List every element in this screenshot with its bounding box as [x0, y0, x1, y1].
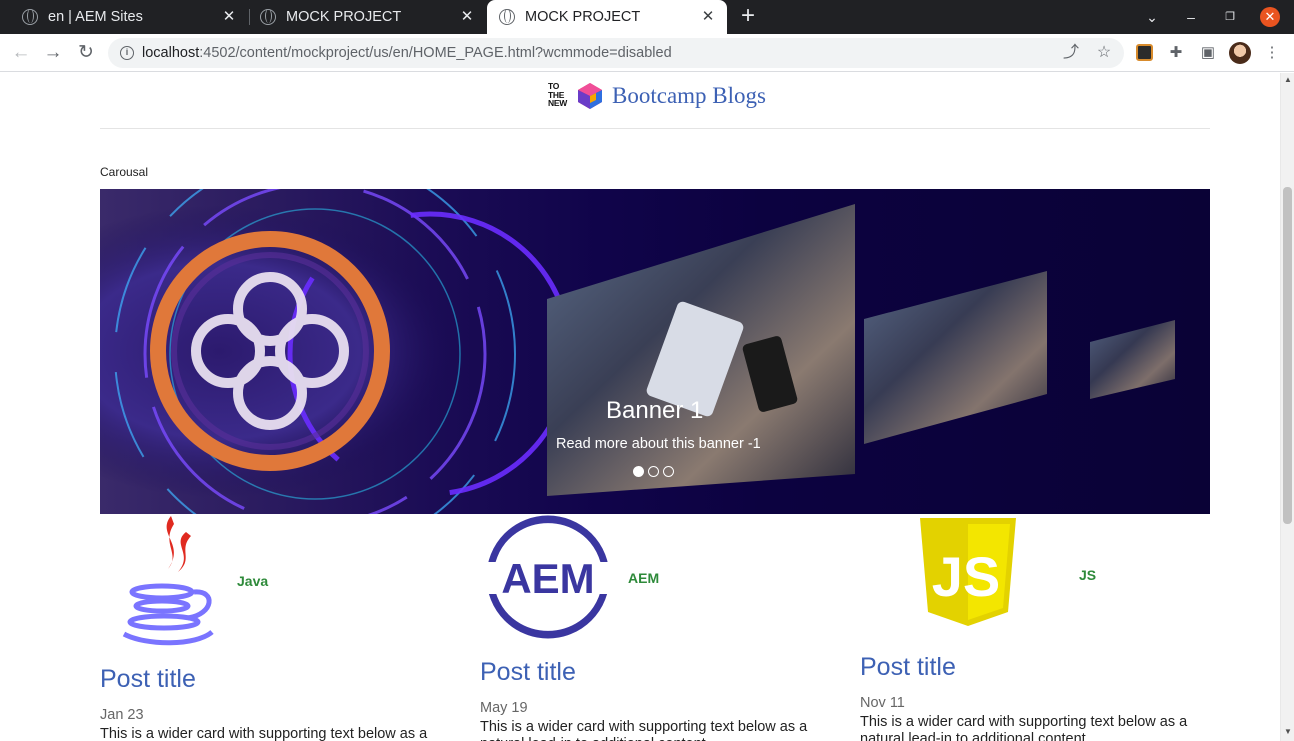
url-path: :4502/content/mockproject/us/en/HOME_PAG… — [199, 45, 672, 61]
js-logo-icon: JS — [920, 518, 1016, 626]
close-tab-icon[interactable]: ✕ — [458, 8, 476, 26]
carousel-dot-1[interactable] — [633, 466, 644, 477]
blog-card-aem: AEM AEM Post title May 19 This is a wide… — [480, 514, 820, 741]
post-date: Nov 11 — [860, 695, 905, 711]
card-tag[interactable]: JS — [1079, 567, 1096, 583]
banner-title: Banner 1 — [606, 397, 704, 424]
globe-icon — [260, 9, 276, 25]
cube-logo-icon — [578, 83, 602, 109]
page-viewport: TO THE NEW Bootcamp Blogs Carousal Banne… — [0, 73, 1280, 741]
svg-text:JS: JS — [932, 545, 1001, 608]
banner-carousel[interactable]: Banner 1 Read more about this banner -1 — [100, 189, 1210, 514]
tab-search-chevron-icon[interactable]: ⌄ — [1134, 0, 1170, 34]
globe-icon — [22, 9, 38, 25]
close-tab-icon[interactable]: ✕ — [699, 8, 717, 26]
scroll-thumb[interactable] — [1283, 187, 1292, 524]
banner-description: Read more about this banner -1 — [556, 436, 761, 452]
scroll-up-arrow-icon[interactable]: ▲ — [1283, 75, 1293, 85]
share-icon[interactable]: ⤴ — [1062, 44, 1080, 62]
card-tag[interactable]: Java — [237, 573, 268, 589]
aem-logo-icon: AEM — [480, 515, 616, 639]
carousel-dot-2[interactable] — [648, 466, 659, 477]
post-title[interactable]: Post title — [860, 653, 956, 682]
post-excerpt: This is a wider card with supporting tex… — [100, 726, 428, 741]
restore-icon[interactable]: ❐ — [1212, 0, 1248, 34]
scroll-down-arrow-icon[interactable]: ▼ — [1283, 727, 1293, 737]
svg-text:AEM: AEM — [501, 555, 594, 602]
side-panel-icon[interactable]: ▣ — [1199, 44, 1217, 62]
back-icon[interactable]: ← — [9, 41, 33, 65]
tab-strip: en | AEM Sites ✕ MOCK PROJECT ✕ MOCK PRO… — [0, 0, 1294, 34]
address-bar[interactable]: i localhost:4502/content/mockproject/us/… — [108, 38, 1124, 68]
reload-icon[interactable]: ↻ — [74, 41, 98, 65]
tab-title: en | AEM Sites — [48, 9, 143, 25]
new-tab-button[interactable]: + — [736, 4, 760, 29]
minimize-icon[interactable]: – — [1173, 0, 1209, 34]
post-date: Jan 23 — [100, 707, 144, 723]
tab-mock-project-1[interactable]: MOCK PROJECT ✕ — [250, 0, 486, 34]
carousel-indicators — [633, 466, 674, 477]
bookmark-star-icon[interactable]: ☆ — [1095, 44, 1113, 62]
blog-card-java: Java Post title Jan 23 This is a wider c… — [100, 514, 440, 741]
post-excerpt: This is a wider card with supporting tex… — [480, 719, 808, 741]
post-excerpt: This is a wider card with supporting tex… — [860, 714, 1188, 741]
browser-toolbar: ← → ↻ i localhost:4502/content/mockproje… — [0, 34, 1294, 72]
info-icon[interactable]: i — [120, 46, 134, 60]
site-title[interactable]: Bootcamp Blogs — [612, 83, 766, 109]
post-title[interactable]: Post title — [100, 665, 196, 694]
globe-icon — [499, 9, 515, 25]
window-close-button[interactable]: ✕ — [1260, 7, 1280, 27]
post-date: May 19 — [480, 700, 528, 716]
forward-icon[interactable]: → — [41, 41, 65, 65]
tab-mock-project-2[interactable]: MOCK PROJECT ✕ — [487, 0, 727, 34]
blog-card-js: JS JS Post title Nov 11 This is a wider … — [860, 514, 1200, 741]
carousel-section-label: Carousal — [100, 165, 149, 179]
site-header: TO THE NEW Bootcamp Blogs — [548, 81, 766, 111]
header-divider — [100, 128, 1210, 129]
tab-aem-sites[interactable]: en | AEM Sites ✕ — [8, 0, 248, 34]
tab-title: MOCK PROJECT — [286, 9, 402, 25]
extension-app-icon[interactable] — [1136, 44, 1153, 61]
carousel-dot-3[interactable] — [663, 466, 674, 477]
menu-icon[interactable]: ⋮ — [1263, 44, 1281, 62]
extensions-icon[interactable]: ✚ — [1167, 44, 1185, 62]
close-tab-icon[interactable]: ✕ — [220, 8, 238, 26]
java-logo-icon — [122, 516, 214, 646]
url-text[interactable]: localhost:4502/content/mockproject/us/en… — [142, 45, 672, 61]
ttn-logo[interactable]: TO THE NEW — [548, 82, 574, 110]
tab-title: MOCK PROJECT — [525, 9, 641, 25]
page-scrollbar[interactable]: ▲ ▼ — [1280, 73, 1294, 741]
card-tag[interactable]: AEM — [628, 570, 659, 586]
profile-avatar[interactable] — [1229, 42, 1251, 64]
url-host: localhost — [142, 45, 200, 61]
post-title[interactable]: Post title — [480, 658, 576, 687]
